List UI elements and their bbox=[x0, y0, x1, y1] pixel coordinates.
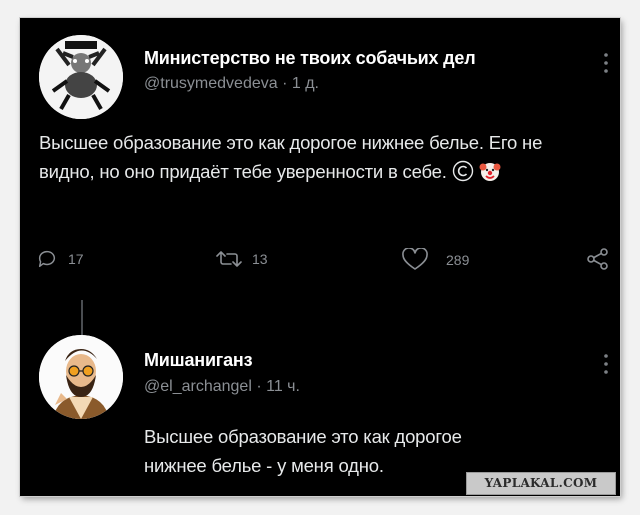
timestamp: · 11 ч. bbox=[256, 378, 300, 395]
reply-count: 17 bbox=[68, 251, 84, 267]
like-icon bbox=[402, 248, 428, 270]
share-icon bbox=[587, 248, 608, 270]
reply-icon bbox=[38, 250, 56, 268]
copyright-icon bbox=[452, 160, 474, 190]
handle-and-time[interactable]: @el_archangel · 11 ч. bbox=[144, 378, 300, 396]
more-icon[interactable] bbox=[602, 52, 610, 74]
tweet-screenshot: Министерство не твоих собачьих дел @trus… bbox=[20, 18, 620, 496]
handle[interactable]: @el_archangel bbox=[144, 378, 252, 395]
tweet-body: Высшее образование это как дорогое нижне… bbox=[144, 426, 462, 476]
retweet-icon bbox=[216, 251, 242, 267]
avatar[interactable] bbox=[39, 335, 123, 419]
timestamp: · 1 д. bbox=[282, 75, 319, 92]
avatar[interactable] bbox=[39, 35, 123, 119]
handle-and-time[interactable]: @trusymedvedeva · 1 д. bbox=[144, 75, 319, 93]
like-count: 289 bbox=[446, 252, 470, 268]
tweet-text: Высшее образование это как дорогое нижне… bbox=[144, 422, 464, 480]
like-button[interactable]: 289 bbox=[402, 248, 469, 272]
share-button[interactable] bbox=[586, 247, 610, 271]
watermark: YAPLAKAL.COM bbox=[466, 472, 616, 495]
display-name[interactable]: Мишаниганз bbox=[144, 350, 253, 371]
clown-emoji-icon bbox=[479, 160, 501, 190]
retweet-button[interactable]: 13 bbox=[216, 248, 268, 270]
display-name[interactable]: Министерство не твоих собачьих дел bbox=[144, 48, 476, 69]
more-icon[interactable] bbox=[602, 353, 610, 375]
reply-button[interactable]: 17 bbox=[36, 248, 84, 270]
handle[interactable]: @trusymedvedeva bbox=[144, 75, 278, 92]
retweet-count: 13 bbox=[252, 251, 268, 267]
tweet-text: Высшее образование это как дорогое нижне… bbox=[39, 128, 569, 190]
